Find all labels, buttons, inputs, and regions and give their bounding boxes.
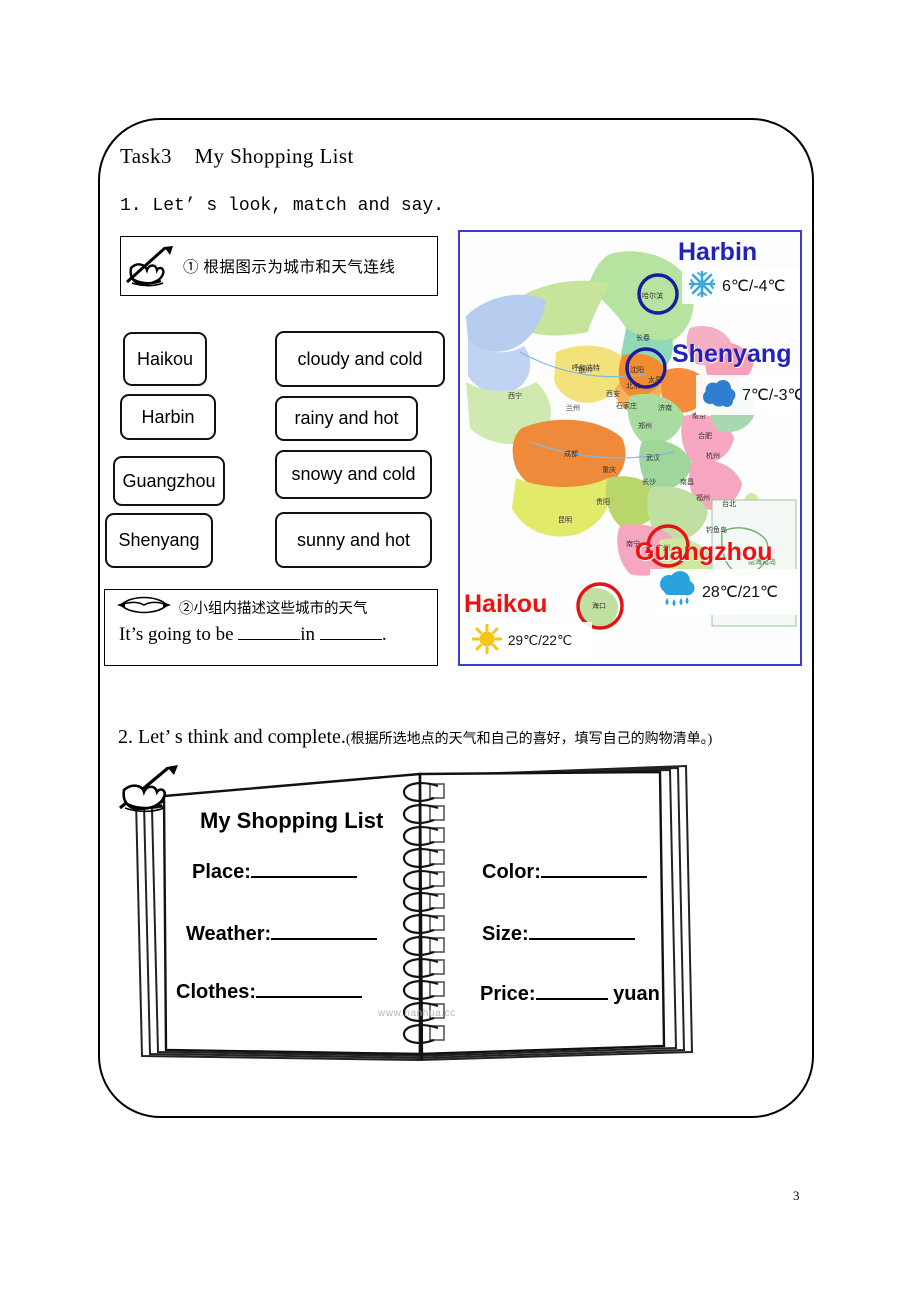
map-label-haikou: Haikou bbox=[464, 590, 548, 618]
mouth-speaking-icon bbox=[117, 594, 171, 621]
activity-1-heading: 1. Let’ s look, match and say. bbox=[120, 196, 445, 216]
field-blank-weather[interactable] bbox=[271, 922, 378, 940]
svg-text:长沙: 长沙 bbox=[642, 477, 656, 486]
svg-text:海口: 海口 bbox=[592, 601, 606, 610]
field-blank-price[interactable] bbox=[535, 982, 608, 1000]
field-label-price: Price: bbox=[480, 983, 536, 1005]
svg-text:济南: 济南 bbox=[658, 403, 672, 412]
sentence-prefix: It’s going to be bbox=[119, 624, 239, 645]
notebook-field-price: Price: yuan bbox=[480, 982, 660, 1006]
weather-card-harbin: 6℃/-4℃ bbox=[682, 268, 800, 304]
city-box-harbin[interactable]: Harbin bbox=[120, 394, 216, 440]
activity-2-heading-en: 2. Let’ s think and complete. bbox=[118, 726, 346, 748]
svg-text:哈尔滨: 哈尔滨 bbox=[642, 291, 663, 300]
svg-text:沈阳: 沈阳 bbox=[630, 365, 644, 374]
map-label-harbin: Harbin bbox=[678, 238, 758, 266]
weather-card-shenyang: 7℃/-3℃ bbox=[696, 375, 802, 415]
temperature-harbin: 6℃/-4℃ bbox=[722, 278, 786, 295]
cloudy-icon bbox=[702, 378, 736, 413]
watermark: www.nanhua.cc bbox=[378, 1008, 456, 1019]
china-weather-map: 哈尔滨 长春 沈阳 呼和浩特 北京 石家庄 太原 济南 西宁 银川 兰州 西安 … bbox=[458, 230, 802, 666]
city-box-shenyang[interactable]: Shenyang bbox=[105, 513, 213, 568]
price-unit: yuan bbox=[613, 983, 660, 1005]
notebook-field-color: Color: bbox=[482, 860, 647, 884]
svg-text:银川: 银川 bbox=[578, 365, 592, 374]
map-label-guangzhou: Guangzhou bbox=[635, 538, 773, 566]
instruction-box-speak: ②小组内描述这些城市的天气 It’s going to be in . bbox=[104, 589, 438, 666]
weather-box-rainy-and-hot[interactable]: rainy and hot bbox=[275, 396, 418, 441]
svg-text:西宁: 西宁 bbox=[508, 391, 522, 400]
sentence-middle: in bbox=[300, 624, 320, 645]
city-box-guangzhou[interactable]: Guangzhou bbox=[113, 456, 225, 506]
sentence-frame: It’s going to be in . bbox=[105, 624, 437, 646]
notebook-field-size: Size: bbox=[482, 922, 635, 946]
field-label-color: Color: bbox=[482, 861, 541, 883]
instruction-box-match: ① 根据图示为城市和天气连线 bbox=[120, 236, 438, 296]
weather-box-sunny-and-hot[interactable]: sunny and hot bbox=[275, 512, 432, 568]
sentence-blank-place[interactable] bbox=[319, 624, 382, 640]
svg-text:昆明: 昆明 bbox=[558, 516, 572, 524]
svg-text:贵阳: 贵阳 bbox=[596, 497, 610, 506]
field-label-weather: Weather: bbox=[186, 923, 272, 945]
instruction-2-text: ②小组内描述这些城市的天气 bbox=[179, 600, 368, 617]
page-title: Task3 My Shopping List bbox=[120, 144, 354, 168]
hand-writing-icon bbox=[121, 240, 183, 292]
notebook-title: My Shopping List bbox=[200, 808, 384, 833]
activity-2-heading: 2. Let’ s think and complete.(根据所选地点的天气和… bbox=[118, 726, 712, 749]
temperature-haikou: 29℃/22℃ bbox=[508, 633, 573, 648]
snowflake-icon bbox=[688, 270, 716, 303]
notebook-field-place: Place: bbox=[192, 860, 357, 884]
field-blank-place[interactable] bbox=[250, 860, 357, 878]
svg-text:合肥: 合肥 bbox=[698, 431, 712, 440]
svg-text:西安: 西安 bbox=[606, 389, 620, 398]
svg-text:杭州: 杭州 bbox=[706, 451, 720, 460]
map-label-shenyang: Shenyang bbox=[672, 340, 792, 368]
field-blank-color[interactable] bbox=[540, 860, 647, 878]
notebook-graphic bbox=[134, 764, 694, 1062]
svg-text:长春: 长春 bbox=[636, 333, 650, 342]
rain-cloud-icon bbox=[656, 570, 696, 615]
svg-text:南昌: 南昌 bbox=[680, 477, 694, 486]
svg-text:成都: 成都 bbox=[564, 449, 578, 458]
field-label-clothes: Clothes: bbox=[176, 981, 256, 1003]
field-label-place: Place: bbox=[192, 861, 251, 883]
speak-instruction-row: ②小组内描述这些城市的天气 bbox=[105, 590, 437, 624]
sentence-suffix: . bbox=[381, 624, 387, 645]
field-label-size: Size: bbox=[482, 923, 529, 945]
svg-text:重庆: 重庆 bbox=[602, 465, 616, 474]
temperature-shenyang: 7℃/-3℃ bbox=[742, 387, 802, 404]
activity-2-heading-zh: (根据所选地点的天气和自己的喜好，填写自己的购物清单。) bbox=[345, 732, 713, 747]
notebook-field-weather: Weather: bbox=[186, 922, 378, 946]
field-blank-size[interactable] bbox=[528, 922, 635, 940]
svg-text:福州: 福州 bbox=[696, 493, 710, 502]
svg-text:兰州: 兰州 bbox=[566, 403, 580, 412]
instruction-1-text: ① 根据图示为城市和天气连线 bbox=[183, 259, 396, 276]
svg-text:石家庄: 石家庄 bbox=[616, 401, 637, 410]
sun-icon bbox=[471, 623, 503, 659]
weather-card-guangzhou: 28℃/21℃ bbox=[650, 569, 800, 615]
temperature-guangzhou: 28℃/21℃ bbox=[702, 584, 778, 601]
weather-box-cloudy-and-cold[interactable]: cloudy and cold bbox=[275, 331, 445, 387]
svg-text:郑州: 郑州 bbox=[638, 422, 652, 430]
field-blank-clothes[interactable] bbox=[256, 980, 362, 998]
weather-box-snowy-and-cold[interactable]: snowy and cold bbox=[275, 450, 432, 499]
city-box-haikou[interactable]: Haikou bbox=[123, 332, 207, 386]
svg-text:钓鱼岛: 钓鱼岛 bbox=[706, 525, 727, 534]
hand-writing-icon bbox=[114, 762, 186, 814]
page-number: 3 bbox=[793, 1188, 800, 1203]
weather-card-haikou: 29℃/22℃ bbox=[466, 622, 592, 660]
notebook-field-clothes: Clothes: bbox=[176, 980, 362, 1004]
svg-text:台北: 台北 bbox=[722, 499, 736, 508]
svg-text:武汉: 武汉 bbox=[646, 453, 660, 462]
sentence-blank-weather[interactable] bbox=[238, 624, 301, 640]
shopping-list-notebook: My Shopping List Place: Weather: Clothes… bbox=[120, 760, 700, 1065]
